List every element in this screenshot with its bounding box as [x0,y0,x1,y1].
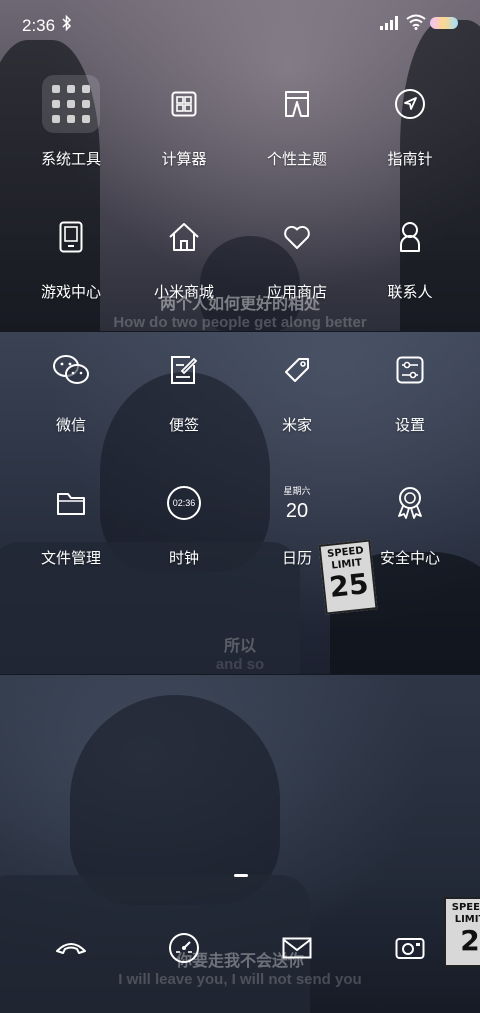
app-label: 日历 [281,550,312,567]
calendar-icon: 星期六 20 [267,473,327,533]
tag-icon [285,358,309,382]
app-mijia[interactable]: 米家 [242,340,352,435]
page-indicator[interactable] [234,874,248,877]
app-system-tools-folder[interactable]: 系统工具 [16,74,126,169]
home-icon [169,223,199,251]
app-notes[interactable]: 便签 [129,340,239,435]
battery-icon [430,17,458,29]
phone-icon [56,943,86,954]
folder-icon [42,75,100,133]
app-label: 游戏中心 [40,284,101,301]
dock-mail[interactable] [242,918,352,978]
heart-icon [284,225,310,249]
app-label: 设置 [394,417,425,434]
wifi-icon [406,14,426,30]
dock-browser[interactable] [129,918,239,978]
app-label: 指南针 [387,151,433,168]
app-calendar[interactable]: 星期六 20 日历 [242,473,352,568]
app-mi-store[interactable]: 小米商城 [129,207,239,302]
app-label: 便签 [168,417,199,434]
app-label: 安全中心 [379,550,440,567]
folder-file-icon [57,493,85,515]
app-wechat[interactable]: 微信 [16,340,126,435]
app-app-store[interactable]: 应用商店 [242,207,352,302]
mail-icon [282,937,312,959]
sign-text: SPEED [451,902,480,913]
calendar-day: 20 [285,500,309,522]
lyric-en: and so [215,656,265,673]
sign-number: 25 [327,567,370,604]
calendar-weekday: 星期六 [283,486,311,496]
browser-compass-icon [169,933,199,963]
contact-person-icon [400,222,420,252]
lyric-en: How do two people get along better [113,314,367,331]
signal-icon [380,16,398,30]
dock-camera[interactable] [355,918,465,978]
bluetooth-icon [62,14,72,32]
app-calculator[interactable]: 计算器 [129,74,239,169]
compass-navigation-icon [395,89,425,119]
security-badge-icon [398,487,422,519]
clock-icon: 02:36 [167,486,201,520]
notes-edit-icon [171,356,198,384]
app-compass[interactable]: 指南针 [355,74,465,169]
clock-icon-time: 02:36 [172,498,196,508]
wallpaper-lyric: 所以 and so [0,632,480,673]
app-label: 计算器 [161,151,207,168]
game-phone-icon [59,221,83,253]
wallpaper-person [70,695,280,905]
app-label: 个性主题 [266,151,327,168]
app-themes[interactable]: 个性主题 [242,74,352,169]
app-label: 小米商城 [153,284,214,301]
lyric-cn: 所以 [223,638,256,655]
app-label: 联系人 [387,284,433,301]
app-settings[interactable]: 设置 [355,340,465,435]
app-contacts[interactable]: 联系人 [355,207,465,302]
app-label: 时钟 [168,550,199,567]
status-bar: 2:36 [0,0,480,52]
dock-phone[interactable] [16,918,126,978]
app-file-manager[interactable]: 文件管理 [16,473,126,568]
app-label: 系统工具 [40,151,101,168]
app-label: 应用商店 [266,284,327,301]
app-clock[interactable]: 02:36 时钟 [129,473,239,568]
app-label: 微信 [55,417,86,434]
calculator-icon [171,91,197,117]
status-time: 2:36 [22,16,56,35]
app-label: 文件管理 [40,550,101,567]
app-label: 米家 [281,417,312,434]
app-game-center[interactable]: 游戏中心 [16,207,126,302]
app-security-center[interactable]: 安全中心 [355,473,465,568]
theme-pants-icon [285,91,309,117]
camera-icon [395,938,425,959]
wechat-icon [53,355,89,384]
settings-sliders-icon [396,356,424,384]
